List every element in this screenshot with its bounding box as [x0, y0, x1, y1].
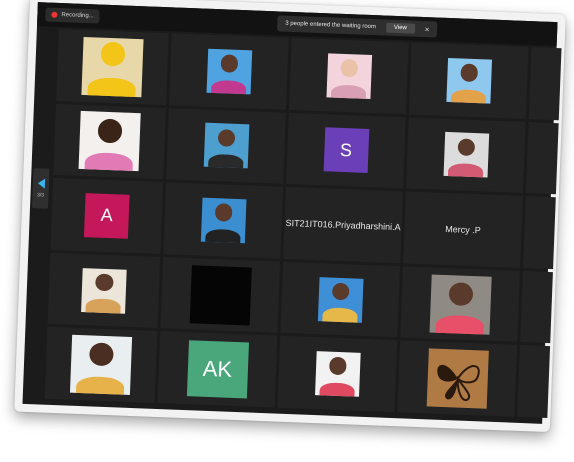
participant-video: [78, 111, 141, 172]
participant-tile[interactable]: [163, 182, 283, 259]
participant-video: [317, 276, 364, 323]
participant-tile[interactable]: [406, 117, 526, 194]
participant-tile[interactable]: A: [50, 178, 164, 254]
participant-video: [69, 334, 133, 396]
participant-tile[interactable]: [400, 266, 520, 343]
page-back-control[interactable]: 3/3: [31, 168, 50, 209]
participant-tile[interactable]: [288, 37, 409, 114]
avatar-letter: A: [100, 205, 114, 226]
screenshot-photo: Recording... 3 people entered the waitin…: [14, 0, 566, 433]
participant-tile[interactable]: [166, 107, 286, 184]
participant-video: [443, 132, 489, 178]
participant-tile[interactable]: [523, 196, 556, 269]
waiting-room-notice: 3 people entered the waiting room View ×: [276, 15, 438, 38]
participant-tile[interactable]: [528, 47, 562, 120]
participant-tile[interactable]: [525, 121, 559, 195]
participant-tile[interactable]: [160, 256, 281, 333]
avatar-ak: AK: [186, 340, 249, 399]
participant-tile[interactable]: [397, 340, 518, 417]
participant-video: [203, 123, 249, 169]
participant-tile[interactable]: Mercy .P: [403, 191, 523, 268]
meeting-window: Recording... 3 people entered the waitin…: [22, 2, 562, 424]
recording-indicator[interactable]: Recording...: [45, 7, 101, 24]
participant-name: SIT21IT016.Priyadharshini.A: [285, 217, 401, 233]
participant-tile[interactable]: [520, 270, 553, 344]
left-arrow-icon[interactable]: [37, 178, 45, 189]
butterfly-icon: [436, 365, 480, 402]
participant-tile[interactable]: SIT21IT016.Priyadharshini.A: [283, 187, 403, 264]
participant-grid: S A SIT21IT016.Priyadharshini.A Mercy .P…: [44, 28, 562, 419]
participant-tile[interactable]: [408, 42, 529, 119]
participant-video: [81, 267, 127, 314]
participant-name: Mercy .P: [445, 223, 481, 236]
participant-tile[interactable]: [56, 28, 169, 105]
record-dot-icon: [51, 11, 58, 18]
participant-video: [445, 57, 492, 104]
participant-video: [206, 48, 252, 95]
avatar-letter: S: [339, 139, 353, 161]
participant-video: [200, 197, 246, 244]
participant-tile[interactable]: S: [286, 112, 406, 189]
butterfly-image: [426, 348, 489, 409]
recording-label: Recording...: [61, 12, 94, 20]
participant-video: [325, 53, 372, 99]
avatar-s: S: [323, 127, 369, 174]
participant-tile[interactable]: [47, 252, 161, 329]
participant-tile[interactable]: [44, 327, 158, 403]
participant-tile[interactable]: [517, 345, 551, 419]
participant-video: [189, 264, 252, 326]
participant-video: [81, 36, 144, 98]
waiting-room-text: 3 people entered the waiting room: [285, 20, 377, 31]
participant-tile[interactable]: [169, 33, 289, 110]
participant-video: [314, 351, 361, 397]
avatar-letter: AK: [202, 355, 233, 383]
participant-tile[interactable]: AK: [157, 331, 278, 408]
participant-tile[interactable]: [53, 103, 166, 180]
view-button[interactable]: View: [385, 22, 416, 34]
avatar-a: A: [83, 193, 130, 239]
page-indicator: 3/3: [36, 192, 45, 199]
close-icon[interactable]: ×: [425, 25, 430, 34]
participant-tile[interactable]: [280, 261, 401, 338]
participant-video: [429, 274, 492, 335]
participant-tile[interactable]: [277, 336, 398, 413]
